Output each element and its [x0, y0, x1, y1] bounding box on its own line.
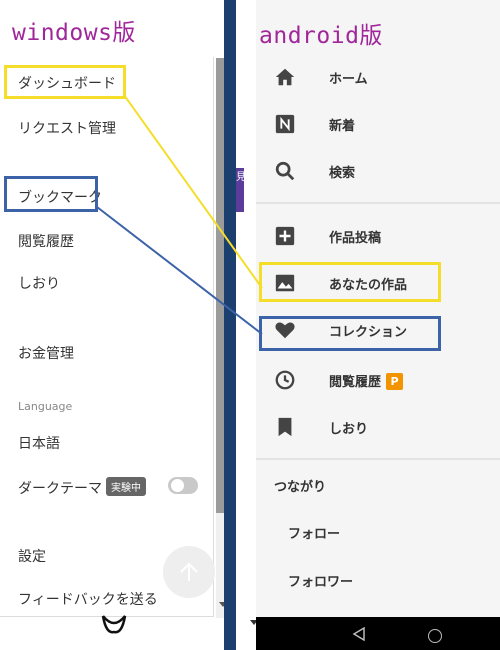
android-nav-bar [256, 617, 500, 650]
dark-theme-label: ダークテーマ [18, 481, 102, 497]
android-title: android版 [259, 23, 383, 49]
language-header: Language [18, 400, 73, 413]
menu-post[interactable]: 作品投稿 [256, 216, 500, 256]
dark-theme-toggle[interactable] [168, 477, 198, 494]
menu-new[interactable]: 新着 [256, 104, 500, 144]
menu-history[interactable]: 閲覧履歴 P [256, 360, 500, 400]
scrollbar[interactable] [216, 58, 224, 618]
menu-requests[interactable]: リクエスト管理 [18, 118, 116, 138]
side-tab[interactable]: 見 [236, 168, 244, 212]
back-icon[interactable] [352, 627, 366, 641]
menu-shiori[interactable]: しおり [18, 273, 60, 293]
highlight-collection [259, 316, 441, 351]
heart-outline-icon [101, 615, 127, 634]
highlight-bookmarks [4, 176, 98, 212]
scroll-to-top-button[interactable] [163, 546, 215, 598]
history-label: 閲覧履歴 [329, 375, 382, 390]
clock-icon [275, 370, 295, 390]
menu-home[interactable]: ホーム [256, 57, 500, 97]
windows-title: windows版 [12, 20, 136, 46]
menu-settings[interactable]: 設定 [18, 546, 46, 566]
menu-search[interactable]: 検索 [256, 151, 500, 191]
menu-feedback[interactable]: フィードバックを送る [18, 589, 158, 609]
separator [256, 458, 500, 460]
arrow-up-icon [180, 562, 198, 581]
bookmark-icon [278, 417, 292, 437]
connections-header: つながり [274, 480, 327, 495]
home-icon [275, 68, 295, 86]
highlight-dashboard [4, 65, 126, 99]
experimental-badge: 実験中 [106, 477, 146, 496]
menu-history[interactable]: 閲覧履歴 [18, 231, 74, 251]
search-icon [275, 161, 295, 181]
menu-follow[interactable]: フォロー [288, 523, 340, 542]
plus-icon [275, 226, 295, 246]
gutter [244, 0, 256, 650]
separator [256, 202, 500, 204]
home-circle-icon[interactable] [428, 629, 442, 643]
highlight-your-works [259, 262, 441, 302]
windows-menu-panel: ダッシュボード リクエスト管理 ブックマーク 閲覧履歴 しおり お金管理 Lan… [0, 57, 214, 617]
scrollbar-thumb[interactable] [216, 58, 224, 513]
premium-badge: P [386, 373, 404, 390]
toggle-knob [171, 479, 184, 492]
divider-bar [224, 0, 236, 650]
menu-followers[interactable]: フォロワー [288, 571, 353, 590]
news-icon [275, 114, 295, 134]
menu-dark-theme[interactable]: ダークテーマ 実験中 [18, 477, 146, 498]
menu-language[interactable]: 日本語 [18, 433, 60, 453]
menu-shiori[interactable]: しおり [256, 407, 500, 447]
menu-money[interactable]: お金管理 [18, 343, 74, 363]
